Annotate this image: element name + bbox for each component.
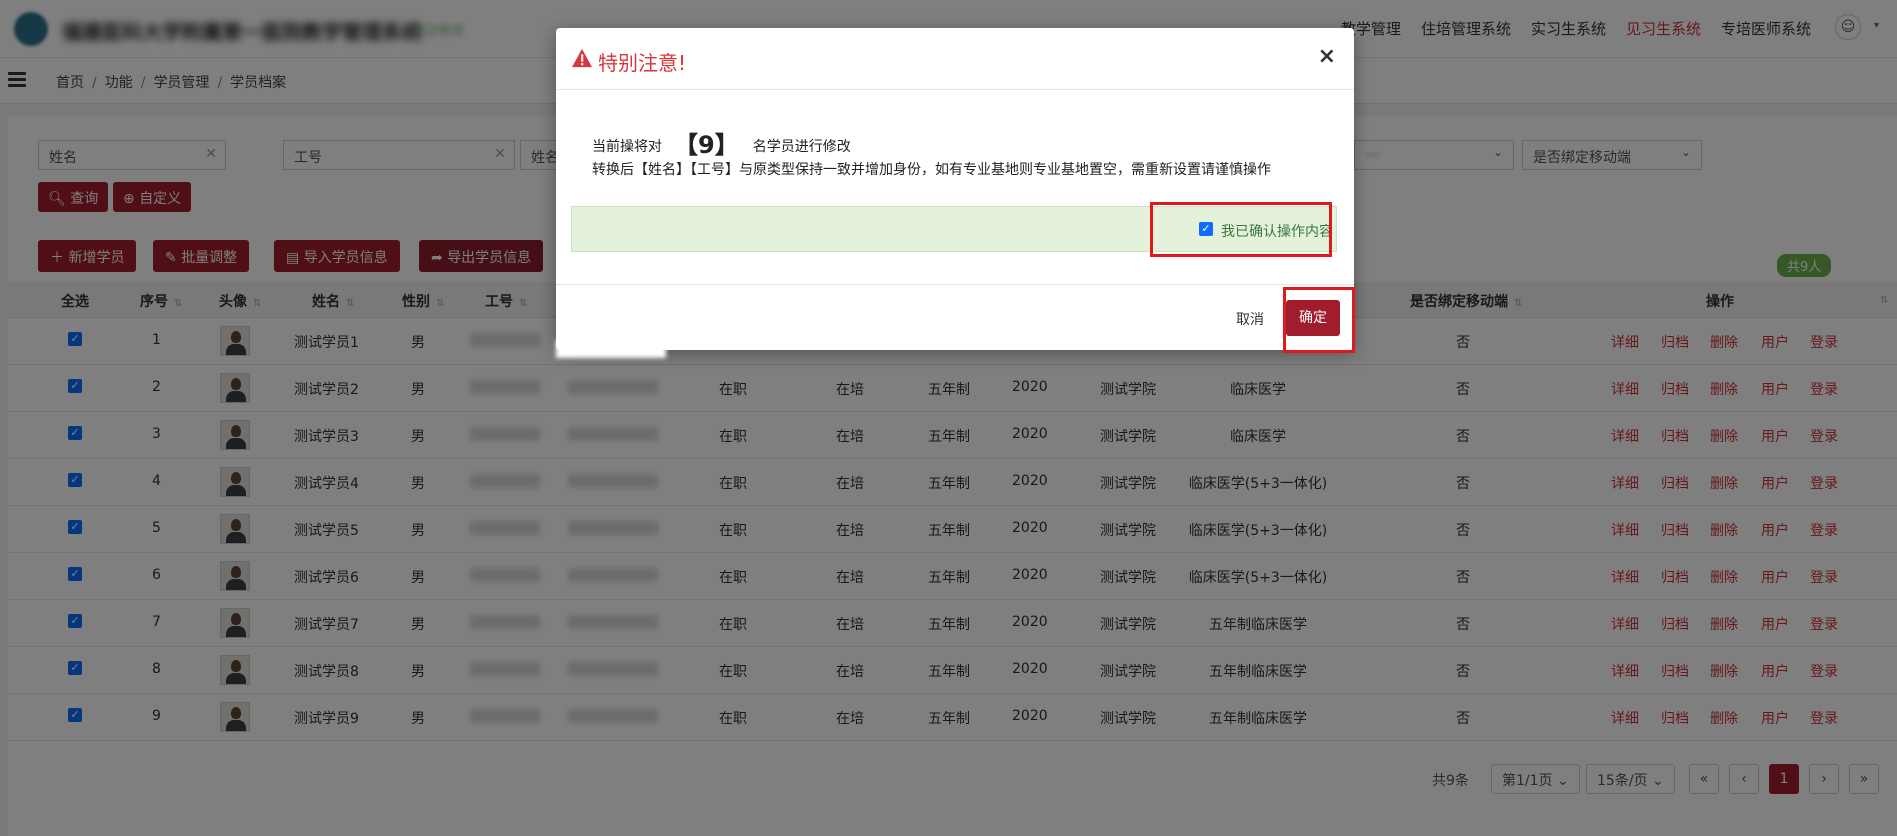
close-icon[interactable]: × xyxy=(1318,44,1336,69)
dialog-title: 特别注意! xyxy=(598,51,687,75)
warning-dialog: 特别注意! × 当前操将对 【9】 名学员进行修改 转换后【姓名】【工号】与原类型保… xyxy=(556,28,1354,350)
dialog-message-count: 当前操将对 【9】 名学员进行修改 xyxy=(592,131,851,159)
highlight-box-ok xyxy=(1283,287,1355,353)
dialog-divider xyxy=(556,284,1354,285)
cancel-button[interactable]: 取消 xyxy=(1224,300,1276,336)
dialog-message-detail: 转换后【姓名】【工号】与原类型保持一致并增加身份，如有专业基地则专业基地置空，需… xyxy=(592,162,1271,178)
dialog-header: 特别注意! × xyxy=(556,28,1354,90)
highlight-box-confirm xyxy=(1150,202,1332,257)
warning-icon xyxy=(572,48,592,68)
student-count: 【9】 xyxy=(674,131,739,159)
redaction-patch xyxy=(556,340,666,358)
